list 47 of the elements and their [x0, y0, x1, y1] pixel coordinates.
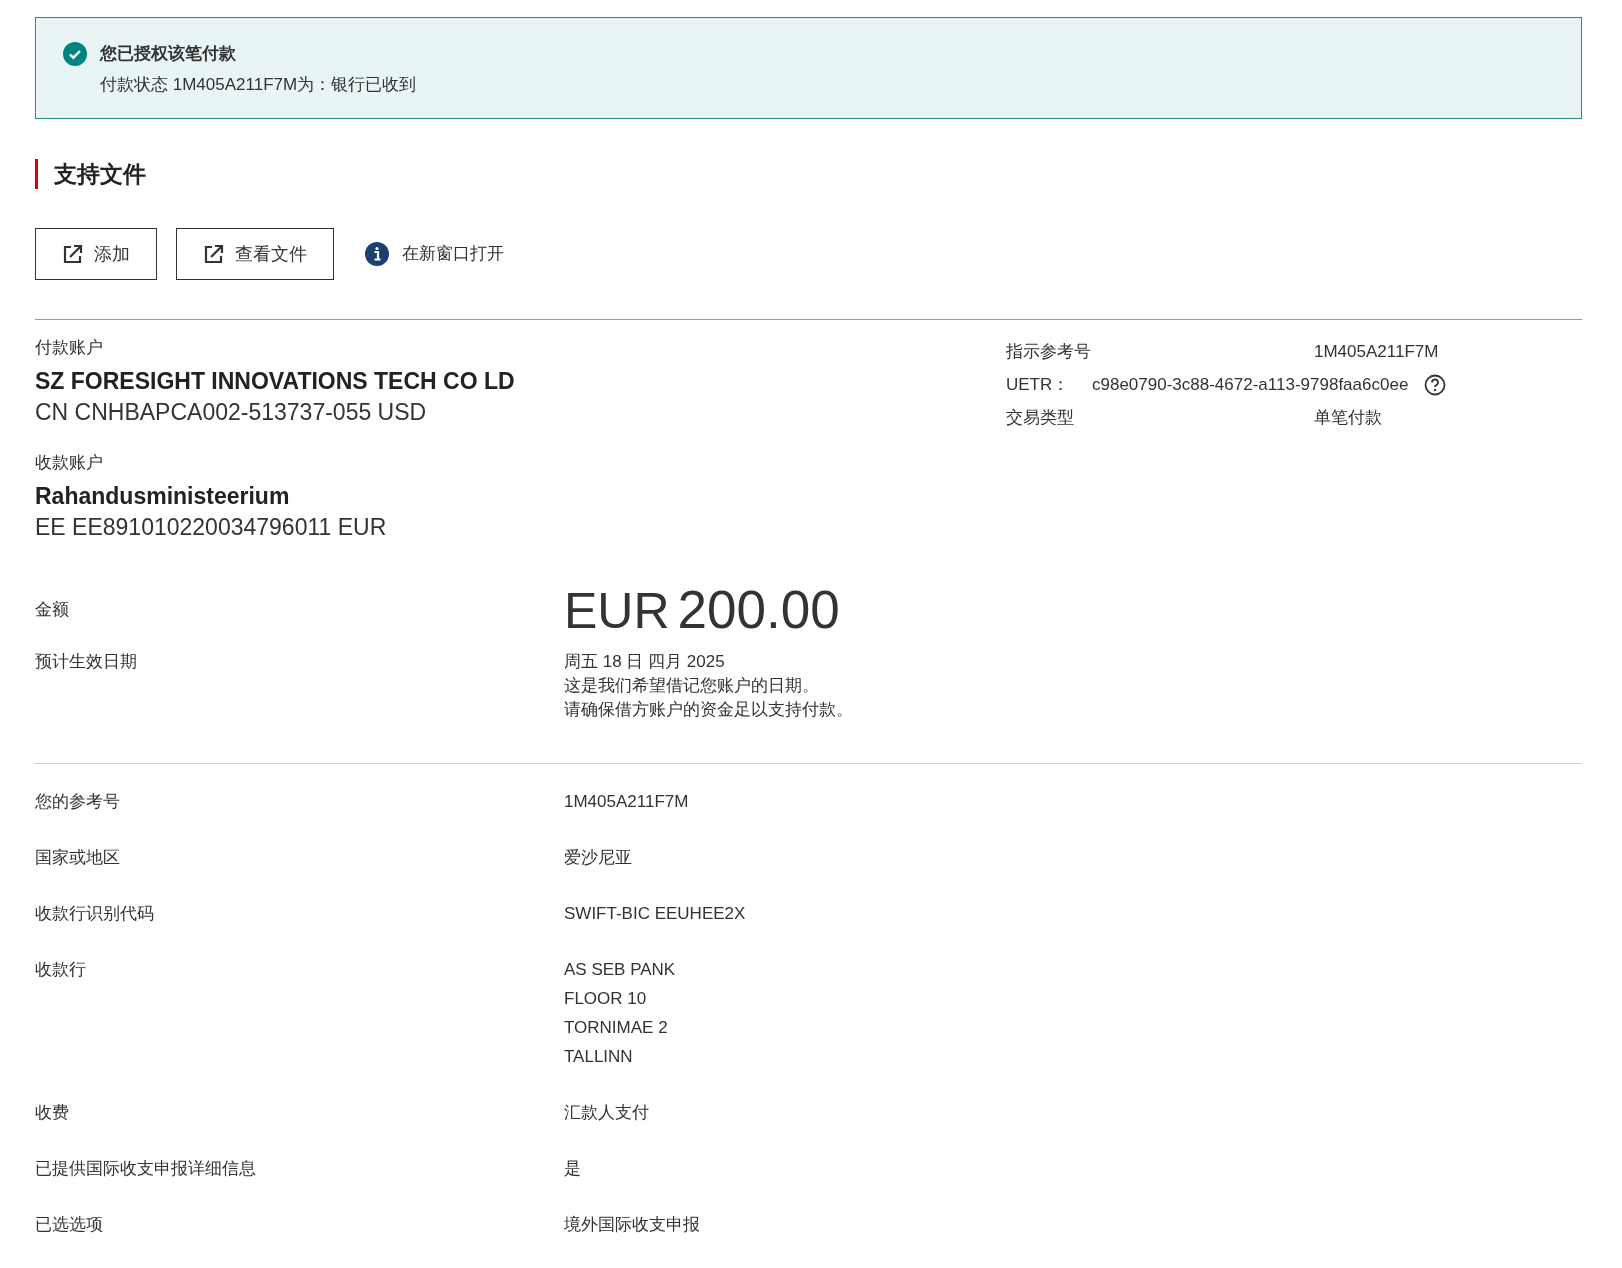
field-value: 汇款人支付 — [564, 1102, 649, 1124]
field-label: 收款行识别代码 — [35, 903, 155, 925]
account-label: 收款账户 — [35, 452, 104, 474]
field-value: c98e0790-3c88-4672-a113-9798faa6c0ee — [1092, 373, 1409, 396]
field-label: 已提供国际收支申报详细信息 — [35, 1158, 257, 1180]
field-label: 国家或地区 — [35, 847, 121, 869]
external-link-icon — [62, 243, 84, 265]
section-title: 支持文件 — [54, 159, 146, 189]
account-label: 付款账户 — [35, 337, 104, 359]
field-value: 1M405A211F7M — [1314, 340, 1439, 363]
banner-title: 您已授权该笔付款 — [100, 43, 237, 65]
field-value: SWIFT-BIC EEUHEE2X — [564, 903, 746, 925]
external-link-icon — [203, 243, 225, 265]
banner-message: 付款状态 1M405A211F7M为：银行已收到 — [100, 74, 417, 96]
account-number: EE EE891010220034796011 EUR — [35, 513, 388, 542]
account-number: CN CNHBAPCA002-513737-055 USD — [35, 398, 428, 427]
date-value: 周五 18 日 四月 2025 — [564, 651, 726, 673]
help-icon[interactable] — [1424, 373, 1447, 396]
field-value: TORNIMAE 2 — [564, 1017, 669, 1039]
field-value: FLOOR 10 — [564, 988, 648, 1010]
field-label: 收款行 — [35, 959, 87, 981]
field-label: 您的参考号 — [35, 791, 121, 813]
field-label: 已选选项 — [35, 1214, 104, 1236]
document-button[interactable]: 查看文件 — [176, 228, 334, 280]
document-button[interactable]: 添加 — [35, 228, 157, 280]
field-value: TALLINN — [564, 1046, 634, 1068]
field-label: 收费 — [35, 1102, 70, 1124]
field-value: 境外国际收支申报 — [564, 1214, 700, 1236]
field-value: 单笔付款 — [1314, 406, 1382, 429]
info-icon — [365, 242, 389, 266]
check-circle-icon — [63, 42, 87, 66]
field-label: 预计生效日期 — [35, 651, 138, 673]
field-value: 1M405A211F7M — [564, 791, 689, 813]
date-note: 请确保借方账户的资金足以支持付款。 — [564, 699, 853, 721]
field-label: 交易类型 — [1006, 406, 1075, 429]
field-value: 是 — [564, 1158, 581, 1180]
field-value: AS SEB PANK — [564, 959, 676, 981]
info-note: 在新窗口打开 — [402, 243, 504, 266]
accent-bar — [35, 159, 38, 189]
field-label: 指示参考号 — [1006, 340, 1092, 363]
amount-value: EUR 200.00 — [564, 579, 840, 641]
field-label: UETR： — [1006, 373, 1071, 396]
field-value: 爱沙尼亚 — [564, 847, 632, 869]
account-name: SZ FORESIGHT INNOVATIONS TECH CO LD — [35, 367, 516, 396]
field-label: 金额 — [35, 599, 70, 622]
account-name: Rahandusministeerium — [35, 482, 291, 511]
date-note: 这是我们希望借记您账户的日期。 — [564, 675, 820, 697]
